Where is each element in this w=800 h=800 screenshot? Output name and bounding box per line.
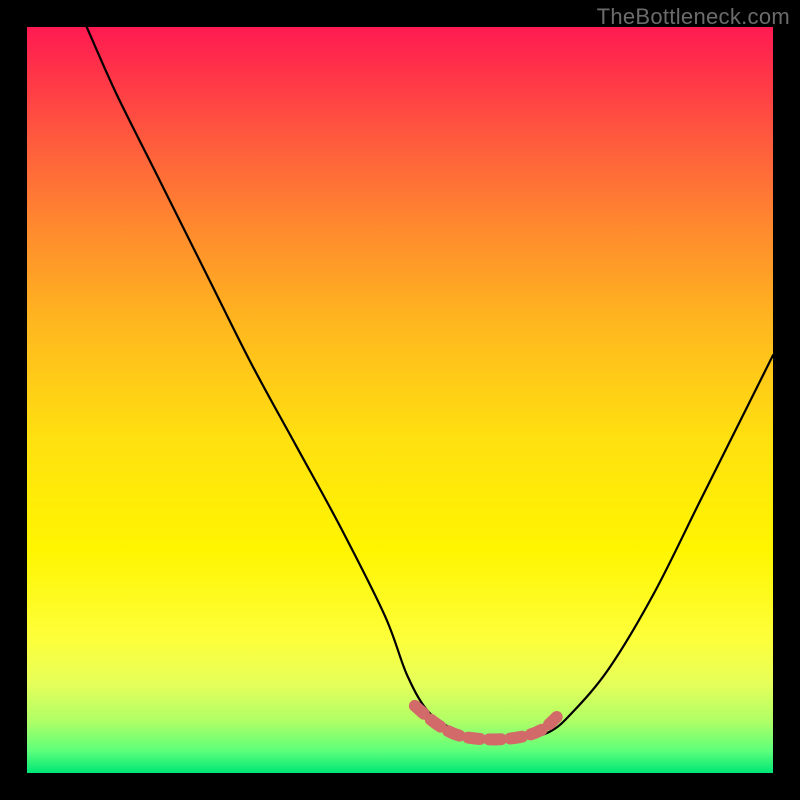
chart-svg — [27, 27, 773, 773]
main-curve — [87, 27, 773, 740]
chart-frame — [27, 27, 773, 773]
bottom-highlight — [415, 706, 557, 740]
